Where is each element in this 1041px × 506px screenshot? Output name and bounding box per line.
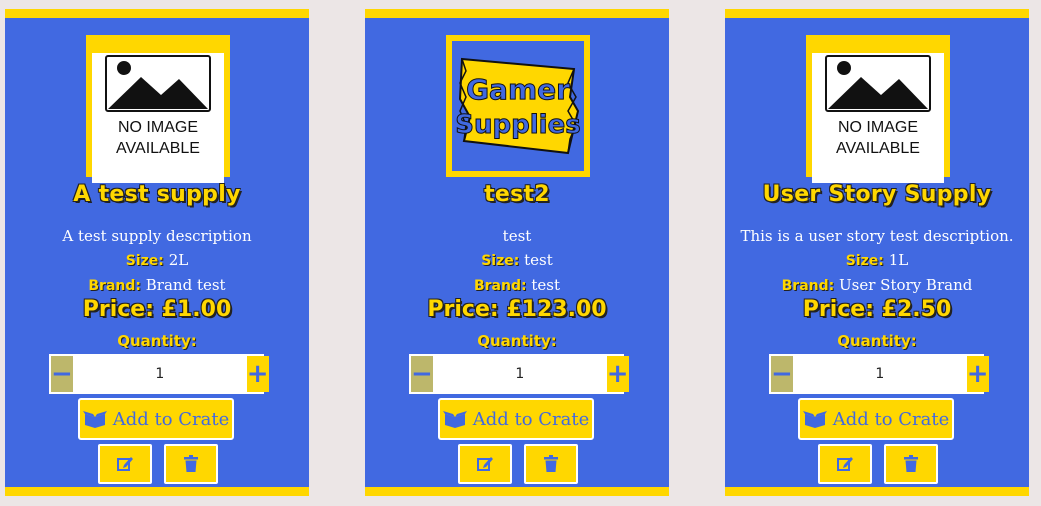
no-image-placeholder: NO IMAGE AVAILABLE [92,53,224,183]
product-description: test [502,227,532,245]
edit-button[interactable] [458,444,512,484]
quantity-input[interactable] [432,356,607,392]
delete-button[interactable] [164,444,218,484]
picture-icon [825,55,931,112]
logo-text-line1: Gamer [466,73,570,106]
box-open-icon [802,411,827,428]
add-to-crate-button[interactable]: Add to Crate [798,398,954,440]
brand-value: test [531,276,561,294]
product-details: This is a user story test description. S… [725,224,1029,298]
add-to-crate-label: Add to Crate [112,408,230,430]
increment-button[interactable]: + [246,356,269,392]
no-image-line2: AVAILABLE [836,140,920,157]
picture-icon [105,55,211,112]
increment-button[interactable]: + [966,356,989,392]
product-title: User Story Supply [762,182,992,207]
product-size-row: Size: test [365,248,669,273]
product-image: NO IMAGE AVAILABLE [86,35,230,183]
brand-label: Brand: [473,278,527,294]
decrement-button[interactable]: − [51,356,73,392]
quantity-input[interactable] [792,356,967,392]
product-card: NO IMAGE AVAILABLE A test supply A test … [5,9,309,496]
gamer-supplies-logo: Gamer Supplies [455,57,581,155]
brand-label: Brand: [781,278,835,294]
quantity-stepper: − + [769,354,989,394]
edit-icon [837,457,853,471]
product-card: NO IMAGE AVAILABLE User Story Supply Thi… [725,9,1029,496]
trash-icon [544,455,558,472]
add-to-crate-button[interactable]: Add to Crate [78,398,234,440]
quantity-label: Quantity: [117,332,197,350]
quantity-input[interactable] [72,356,247,392]
size-label: Size: [481,253,520,269]
product-description: A test supply description [62,227,252,245]
quantity-label: Quantity: [837,332,917,350]
no-image-line1: NO IMAGE [837,119,918,136]
brand-value: Brand test [145,276,226,294]
brand-label: Brand: [88,278,141,294]
product-price: Price: £1.00 [82,297,232,322]
product-details: test Size: test Brand: test [365,224,669,298]
quantity-stepper: − + [409,354,629,394]
delete-button[interactable] [884,444,938,484]
decrement-button[interactable]: − [411,356,433,392]
quantity-stepper: − + [49,354,269,394]
size-value: 2L [168,251,189,269]
add-to-crate-label: Add to Crate [832,408,950,430]
product-price: Price: £123.00 [427,297,607,322]
size-label: Size: [845,253,884,269]
trash-icon [184,455,198,472]
no-image-placeholder: NO IMAGE AVAILABLE [812,53,944,183]
size-label: Size: [125,253,164,269]
edit-icon [477,457,493,471]
size-value: 1L [888,251,909,269]
logo-text-line2: Supplies [455,110,580,140]
product-image: NO IMAGE AVAILABLE [806,35,950,183]
add-to-crate-label: Add to Crate [472,408,590,430]
box-open-icon [442,411,467,428]
decrement-button[interactable]: − [771,356,793,392]
trash-icon [904,455,918,472]
no-image-line2: AVAILABLE [116,140,200,157]
product-price: Price: £2.50 [802,297,952,322]
size-value: test [524,251,553,269]
box-open-icon [82,411,107,428]
quantity-label: Quantity: [477,332,557,350]
brand-logo-image: Gamer Supplies [452,41,584,171]
product-image: Gamer Supplies [446,35,590,177]
product-card: Gamer Supplies test2 test Size: test Bra… [365,9,669,496]
brand-value: User Story Brand [839,276,973,294]
no-image-line1: NO IMAGE [117,119,198,136]
product-size-row: Size: 1L [725,248,1029,273]
product-size-row: Size: 2L [5,248,309,273]
edit-button[interactable] [98,444,152,484]
edit-button[interactable] [818,444,872,484]
increment-button[interactable]: + [606,356,629,392]
product-description: This is a user story test description. [740,227,1014,245]
product-title: A test supply [73,182,241,207]
delete-button[interactable] [524,444,578,484]
add-to-crate-button[interactable]: Add to Crate [438,398,594,440]
product-title: test2 [484,182,550,207]
product-details: A test supply description Size: 2L Brand… [5,224,309,298]
edit-icon [117,457,133,471]
